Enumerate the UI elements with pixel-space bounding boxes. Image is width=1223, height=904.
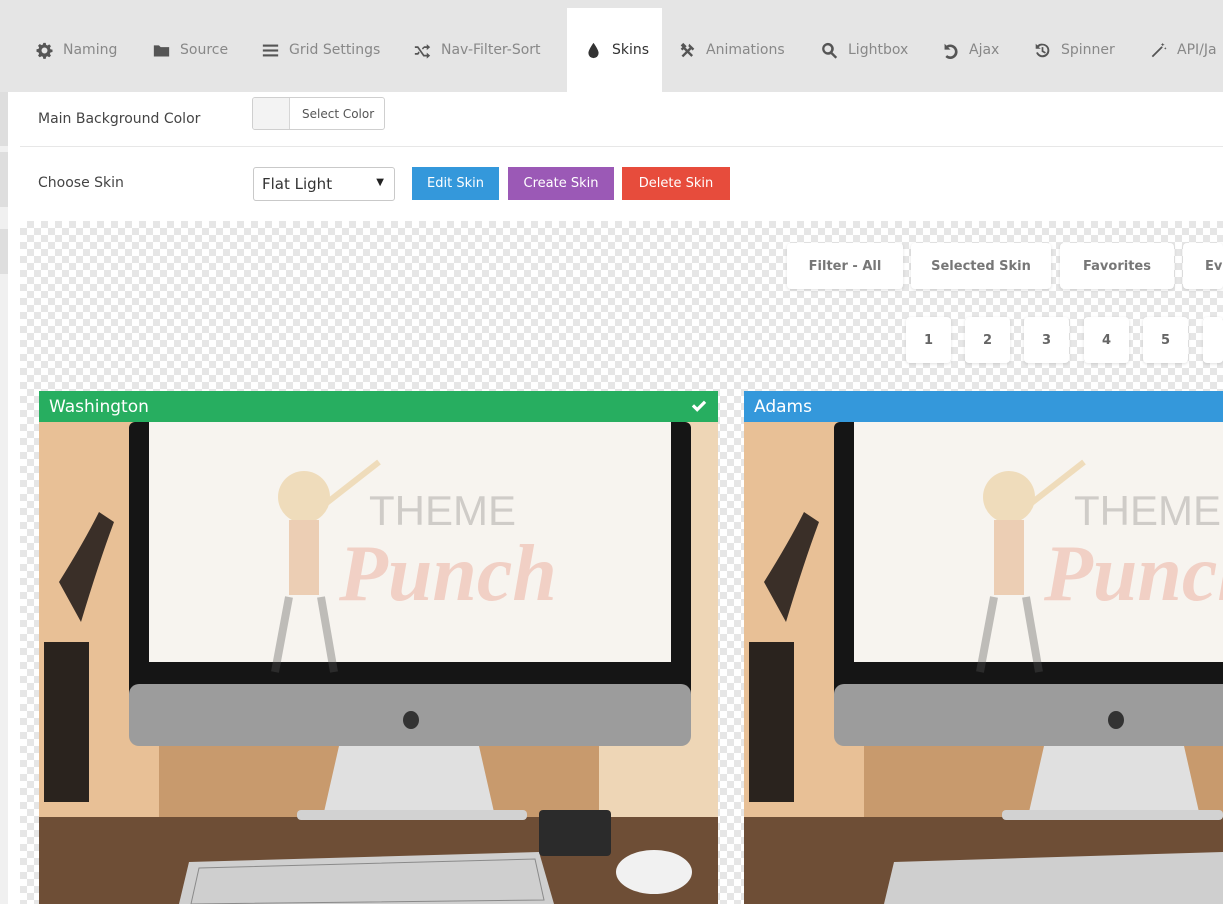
skin-select-value: Flat Light (262, 175, 333, 193)
left-gutter (0, 92, 8, 904)
folder-icon (153, 44, 170, 56)
page-button-5[interactable]: 5 (1143, 317, 1188, 363)
tab-nav-filter-sort[interactable]: Nav-Filter-Sort (414, 8, 541, 92)
desk-computer-image: THEME Punch (744, 422, 1223, 904)
create-skin-button[interactable]: Create Skin (508, 167, 614, 200)
history-icon (1035, 43, 1050, 57)
choose-skin-label: Choose Skin (38, 175, 124, 191)
tab-bar: Naming Source Grid Settings Nav-Filter-S… (0, 0, 1223, 92)
card-title: Adams (754, 396, 812, 417)
filter-selected-skin-button[interactable]: Selected Skin (911, 243, 1051, 289)
checkmark-icon (691, 400, 707, 412)
page-button-1[interactable]: 1 (906, 317, 951, 363)
main-background-color-row: Main Background Color Select Color (20, 92, 1223, 147)
watermark-punch: Punch (1043, 530, 1223, 618)
tab-animations[interactable]: Animations (679, 8, 785, 92)
filter-all-button[interactable]: Filter - All (787, 243, 903, 289)
filter-more-button[interactable]: Ev (1183, 243, 1223, 289)
list-icon (262, 44, 279, 56)
tab-label: Source (180, 42, 229, 58)
gutter-band (0, 152, 8, 207)
watermark-theme: THEME (1074, 487, 1221, 534)
tab-api[interactable]: API/Ja (1150, 8, 1217, 92)
card-header: Washington (39, 391, 718, 422)
tab-label: Skins (612, 42, 650, 58)
tab-label: Nav-Filter-Sort (441, 42, 541, 58)
tab-spinner[interactable]: Spinner (1034, 8, 1115, 92)
tab-label: Naming (63, 42, 118, 58)
tab-label: Ajax (969, 42, 1000, 58)
tab-naming[interactable]: Naming (36, 8, 117, 92)
magic-wand-icon (1151, 42, 1167, 57)
tab-label: API/Ja (1177, 42, 1217, 58)
shuffle-icon (414, 43, 431, 59)
droplet-icon (588, 42, 599, 58)
tab-ajax[interactable]: Ajax (942, 8, 999, 92)
delete-skin-button[interactable]: Delete Skin (622, 167, 730, 200)
page-button-next[interactable] (1203, 317, 1223, 363)
tab-label: Animations (706, 42, 785, 58)
tab-lightbox[interactable]: Lightbox (821, 8, 908, 92)
select-color-button[interactable]: Select Color (290, 98, 384, 129)
card-header: Adams (744, 391, 1223, 422)
card-title: Washington (49, 396, 149, 417)
dropdown-arrow-icon: ▼ (376, 177, 384, 188)
gear-icon (36, 42, 53, 59)
watermark-theme: THEME (369, 487, 516, 534)
main-background-color-label: Main Background Color (38, 111, 201, 127)
edit-skin-button[interactable]: Edit Skin (412, 167, 499, 200)
tab-grid-settings[interactable]: Grid Settings (262, 8, 380, 92)
tab-label: Spinner (1061, 42, 1115, 58)
tab-label: Lightbox (848, 42, 909, 58)
skin-select[interactable]: Flat Light ▼ (253, 167, 395, 201)
tab-skins[interactable]: Skins (567, 8, 662, 92)
watermark-punch: Punch (338, 530, 557, 618)
card-image: THEME Punch (744, 422, 1223, 904)
gutter-band (0, 229, 8, 274)
page-button-3[interactable]: 3 (1024, 317, 1069, 363)
gutter-band (0, 92, 8, 146)
tab-label: Grid Settings (289, 42, 381, 58)
tools-icon (680, 42, 695, 57)
tab-source[interactable]: Source (153, 8, 228, 92)
undo-icon (944, 43, 958, 59)
filter-favorites-button[interactable]: Favorites (1060, 243, 1174, 289)
page-button-4[interactable]: 4 (1084, 317, 1129, 363)
skin-card-adams[interactable]: Adams THEME Punc (744, 391, 1223, 904)
skin-card-washington[interactable]: Washington THEME Punch (39, 391, 718, 904)
search-icon (822, 42, 838, 59)
color-picker[interactable]: Select Color (252, 97, 386, 130)
color-swatch[interactable] (253, 98, 290, 129)
desk-computer-image: THEME Punch (39, 422, 718, 904)
skin-preview-area: Filter - All Selected Skin Favorites Ev … (20, 221, 1223, 904)
page-button-2[interactable]: 2 (965, 317, 1010, 363)
choose-skin-row: Choose Skin Flat Light ▼ Edit Skin Creat… (20, 147, 1223, 221)
card-image: THEME Punch (39, 422, 718, 904)
